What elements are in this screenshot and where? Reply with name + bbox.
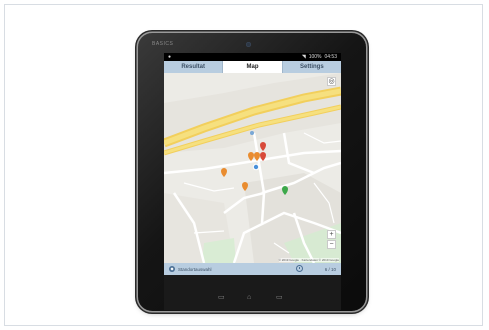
map-attribution: © 2019 Google · Kartendaten © 2019 Googl…	[278, 258, 339, 262]
back-icon[interactable]: ▭	[218, 294, 225, 301]
status-bar: ● ◥ 100% 04:53	[164, 53, 341, 61]
compass-button[interactable]: ◎	[327, 77, 336, 86]
clock-icon[interactable]	[296, 265, 303, 272]
image-frame: BASICS ● ◥ 100% 04:53 Resultat Map Setti…	[4, 4, 483, 326]
notification-icon: ●	[168, 54, 172, 60]
home-icon[interactable]: ⌂	[247, 294, 251, 301]
clock-label: 04:53	[324, 54, 337, 60]
front-camera	[246, 42, 251, 47]
bottom-bar: ◆ Standortauswahl 6 / 10	[164, 263, 341, 275]
map-canvas[interactable]	[164, 73, 341, 263]
tablet-device: BASICS ● ◥ 100% 04:53 Resultat Map Setti…	[138, 33, 366, 311]
tab-settings[interactable]: Settings	[282, 61, 341, 73]
recents-icon[interactable]: ▭	[276, 294, 283, 301]
zoom-out-button[interactable]: −	[327, 240, 336, 249]
tablet-screen: ● ◥ 100% 04:53 Resultat Map Settings ◎ +…	[164, 53, 341, 310]
brand-label: BASICS	[152, 41, 174, 47]
zoom-in-button[interactable]: +	[327, 230, 336, 239]
system-nav-bar: ▭ ⌂ ▭	[138, 291, 366, 305]
result-count: 6 / 10	[324, 266, 336, 272]
tab-map[interactable]: Map	[223, 61, 283, 73]
tab-bar: Resultat Map Settings	[164, 61, 341, 73]
location-selector[interactable]: ◆ Standortauswahl	[169, 266, 212, 272]
map-view[interactable]: ◎ + − © 2019 Google · Kartendaten © 2019…	[164, 73, 341, 263]
status-right: ◥ 100% 04:53	[302, 53, 337, 61]
tab-resultat[interactable]: Resultat	[164, 61, 224, 73]
wifi-icon: ◥	[301, 54, 306, 60]
current-location-dot	[252, 163, 260, 171]
location-pin-icon: ◆	[169, 266, 175, 272]
location-label: Standortauswahl	[178, 266, 212, 272]
battery-label: 100%	[308, 54, 322, 60]
